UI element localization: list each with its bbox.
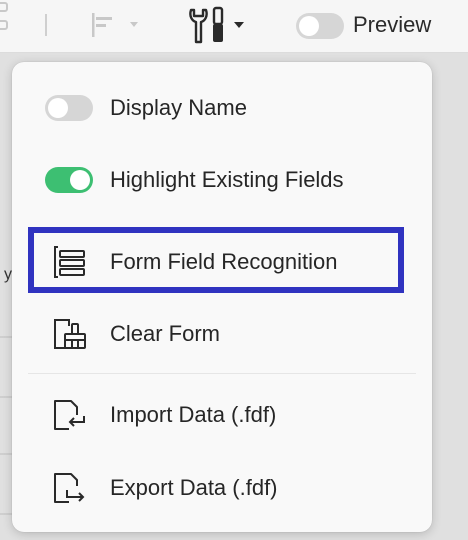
- preview-label: Preview: [353, 12, 432, 37]
- menu-item-label: Display Name: [110, 95, 247, 120]
- toggle-knob: [70, 170, 90, 190]
- toggle-knob: [48, 98, 68, 118]
- wrench-screwdriver-icon: [189, 6, 244, 44]
- toolbar-edge-icon: [0, 2, 8, 12]
- align-left-icon: [92, 13, 138, 37]
- form-tools-menu: Display Name Highlight Existing Fields F…: [12, 62, 432, 532]
- toggle-knob: [299, 16, 319, 36]
- menu-item-display-name[interactable]: Display Name: [12, 80, 432, 136]
- toolbar-separator: [45, 14, 47, 36]
- export-data-icon: [54, 473, 85, 503]
- toolbar: Preview: [0, 0, 468, 53]
- clear-form-icon: [54, 319, 86, 349]
- dropdown-caret-icon: [234, 22, 244, 28]
- menu-item-label: Import Data (.fdf): [110, 402, 277, 427]
- form-tools-dropdown-button[interactable]: [186, 6, 248, 46]
- document-text: y: [4, 266, 12, 283]
- import-data-icon: [54, 400, 85, 430]
- menu-item-import-data[interactable]: Import Data (.fdf): [12, 387, 432, 443]
- highlight-fields-toggle[interactable]: [45, 167, 93, 193]
- menu-item-clear-form[interactable]: Clear Form: [12, 306, 432, 362]
- toolbar-edge-icon: [0, 20, 8, 30]
- menu-divider: [28, 373, 416, 374]
- preview-toggle[interactable]: [296, 13, 344, 39]
- align-dropdown-button[interactable]: [90, 12, 142, 38]
- menu-item-export-data[interactable]: Export Data (.fdf): [12, 460, 432, 516]
- menu-item-form-field-recognition[interactable]: Form Field Recognition: [12, 234, 432, 290]
- menu-item-label: Highlight Existing Fields: [110, 167, 344, 192]
- display-name-toggle[interactable]: [45, 95, 93, 121]
- form-recognition-icon: [54, 246, 85, 278]
- menu-item-highlight-existing-fields[interactable]: Highlight Existing Fields: [12, 152, 432, 208]
- menu-item-label: Form Field Recognition: [110, 249, 338, 274]
- menu-item-label: Export Data (.fdf): [110, 475, 278, 500]
- menu-item-label: Clear Form: [110, 321, 221, 346]
